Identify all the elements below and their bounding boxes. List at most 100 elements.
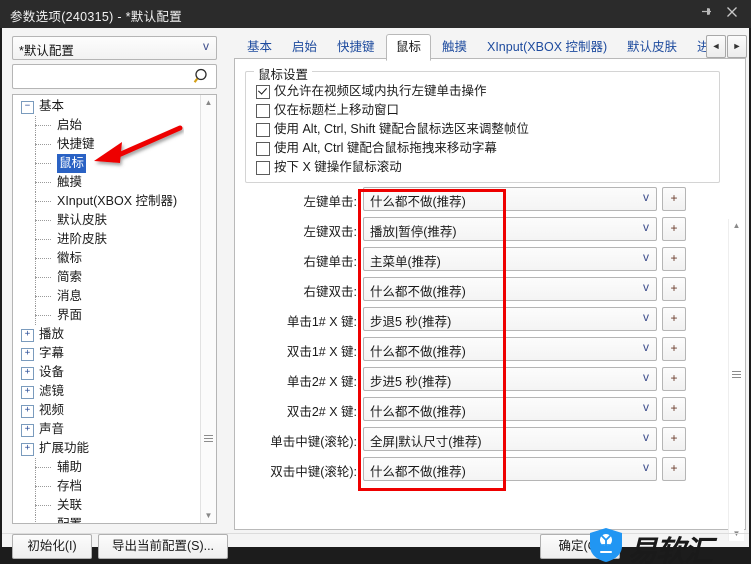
tree-item-2[interactable]: 快捷键	[13, 135, 199, 154]
mouse-settings-page: 鼠标设置 仅允许在视频区域内执行左键单击操作仅在标题栏上移动窗口使用 Alt, …	[234, 59, 746, 530]
tree-item-7[interactable]: 进阶皮肤	[13, 230, 199, 249]
settings-tree[interactable]: −基本启始快捷键鼠标触摸XInput(XBOX 控制器)默认皮肤进阶皮肤徽标简索…	[12, 94, 217, 524]
action-combo-value: 什么都不做(推荐)	[370, 341, 466, 360]
tree-item-4[interactable]: 触摸	[13, 173, 199, 192]
expand-icon[interactable]: +	[21, 329, 34, 342]
tree-item-12[interactable]: +播放	[13, 325, 199, 344]
pin-icon[interactable]	[695, 4, 717, 24]
action-combo-3[interactable]: 什么都不做(推荐)v	[363, 277, 657, 301]
checkbox-2[interactable]	[256, 123, 270, 137]
tab-0[interactable]: 基本	[238, 35, 281, 59]
content-pane: ◄ ► 基本启始快捷键鼠标触摸XInput(XBOX 控制器)默认皮肤进 鼠标设…	[234, 32, 746, 530]
tree-scroll-up-icon[interactable]: ▲	[201, 95, 216, 110]
tree-item-9[interactable]: 简索	[13, 268, 199, 287]
expand-icon[interactable]: +	[21, 405, 34, 418]
collapse-icon[interactable]: −	[21, 101, 34, 114]
search-icon	[193, 67, 211, 85]
action-combo-value: 播放|暂停(推荐)	[370, 221, 457, 240]
close-icon[interactable]	[721, 4, 743, 24]
expand-icon[interactable]: +	[21, 367, 34, 380]
tree-item-1[interactable]: 启始	[13, 116, 199, 135]
checkbox-1[interactable]	[256, 104, 270, 118]
add-action-button-0[interactable]: +	[662, 187, 686, 211]
action-combo-0[interactable]: 什么都不做(推荐)v	[363, 187, 657, 211]
tab-4[interactable]: 触摸	[433, 35, 476, 59]
tab-6[interactable]: 默认皮肤	[618, 35, 686, 59]
initialize-button[interactable]: 初始化(I)	[12, 534, 92, 559]
sidebar: *默认配置 v −基本启始快捷键鼠标触摸XInput(XBOX 控制器)默认皮肤…	[6, 32, 228, 528]
tree-item-label: 字幕	[39, 344, 64, 363]
tree-scroll-down-icon[interactable]: ▼	[201, 508, 216, 523]
action-combo-4[interactable]: 步退5 秒(推荐)v	[363, 307, 657, 331]
add-action-button-7[interactable]: +	[662, 397, 686, 421]
action-combo-2[interactable]: 主菜单(推荐)v	[363, 247, 657, 271]
page-scroll-up-icon[interactable]: ▲	[729, 219, 744, 233]
action-row-8: 单击中键(滚轮):全屏|默认尺寸(推荐)v+	[235, 425, 745, 455]
tree-scroll-thumb[interactable]	[202, 111, 215, 441]
expand-icon[interactable]: +	[21, 443, 34, 456]
expand-icon[interactable]: +	[21, 424, 34, 437]
checkbox-4[interactable]	[256, 161, 270, 175]
tree-item-16[interactable]: +视频	[13, 401, 199, 420]
add-action-button-3[interactable]: +	[662, 277, 686, 301]
add-action-button-8[interactable]: +	[662, 427, 686, 451]
tree-item-17[interactable]: +声音	[13, 420, 199, 439]
checkbox-label: 仅在标题栏上移动窗口	[274, 101, 399, 120]
checkbox-0[interactable]	[256, 85, 270, 99]
tree-item-11[interactable]: 界面	[13, 306, 199, 325]
tree-item-21[interactable]: 关联	[13, 496, 199, 515]
tree-item-8[interactable]: 徽标	[13, 249, 199, 268]
tree-item-label: 辅助	[57, 458, 82, 477]
tree-item-0[interactable]: −基本	[13, 97, 199, 116]
tree-item-label: 扩展功能	[39, 439, 89, 458]
tree-item-18[interactable]: + 扩展功能	[13, 439, 199, 458]
action-combo-9[interactable]: 什么都不做(推荐)v	[363, 457, 657, 481]
tree-scrollbar[interactable]: ▲ ▼	[200, 95, 216, 523]
tab-5[interactable]: XInput(XBOX 控制器)	[478, 35, 616, 59]
action-combo-8[interactable]: 全屏|默认尺寸(推荐)v	[363, 427, 657, 451]
action-combo-5[interactable]: 什么都不做(推荐)v	[363, 337, 657, 361]
tab-scroll-right-button[interactable]: ►	[727, 35, 747, 58]
action-combo-1[interactable]: 播放|暂停(推荐)v	[363, 217, 657, 241]
add-action-button-9[interactable]: +	[662, 457, 686, 481]
tree-item-13[interactable]: + 字幕	[13, 344, 199, 363]
tree-item-22[interactable]: 配置	[13, 515, 199, 524]
action-combo-value: 步进5 秒(推荐)	[370, 371, 451, 390]
tree-item-6[interactable]: 默认皮肤	[13, 211, 199, 230]
add-action-button-5[interactable]: +	[662, 337, 686, 361]
export-config-button[interactable]: 导出当前配置(S)...	[98, 534, 228, 559]
action-combo-7[interactable]: 什么都不做(推荐)v	[363, 397, 657, 421]
tab-scroll-left-button[interactable]: ◄	[706, 35, 726, 58]
add-action-button-4[interactable]: +	[662, 307, 686, 331]
tree-item-10[interactable]: 消息	[13, 287, 199, 306]
expand-icon[interactable]: +	[21, 386, 34, 399]
checkbox-3[interactable]	[256, 142, 270, 156]
tab-2[interactable]: 快捷键	[328, 35, 384, 59]
tree-item-label: 界面	[57, 306, 82, 325]
tree-item-label: 启始	[57, 116, 82, 135]
profile-combo[interactable]: *默认配置 v	[12, 36, 217, 60]
action-combo-value: 全屏|默认尺寸(推荐)	[370, 431, 482, 450]
tree-item-19[interactable]: 辅助	[13, 458, 199, 477]
tree-item-label: 简索	[57, 268, 82, 287]
add-action-button-1[interactable]: +	[662, 217, 686, 241]
search-input[interactable]	[12, 64, 217, 89]
tab-3[interactable]: 鼠标	[386, 34, 431, 61]
tree-item-5[interactable]: XInput(XBOX 控制器)	[13, 192, 199, 211]
checkbox-label: 仅允许在视频区域内执行左键单击操作	[274, 82, 487, 101]
tree-item-15[interactable]: +滤镜	[13, 382, 199, 401]
watermark: 易软汇	[588, 527, 746, 564]
tree-item-14[interactable]: +设备	[13, 363, 199, 382]
action-combo-6[interactable]: 步进5 秒(推荐)v	[363, 367, 657, 391]
tree-item-label: 基本	[39, 97, 64, 116]
add-action-button-6[interactable]: +	[662, 367, 686, 391]
tree-item-20[interactable]: 存档	[13, 477, 199, 496]
tab-1[interactable]: 启始	[283, 35, 326, 59]
action-row-0: 左键单击:什么都不做(推荐)v+	[235, 185, 745, 215]
watermark-text: 易软汇	[628, 528, 712, 564]
page-scrollbar[interactable]: ▲ ▼	[728, 219, 744, 541]
add-action-button-2[interactable]: +	[662, 247, 686, 271]
tree-item-3[interactable]: 鼠标	[13, 154, 199, 173]
expand-icon[interactable]: +	[21, 348, 34, 361]
title-bar: 参数选项(240315) - *默认配置	[0, 0, 751, 28]
